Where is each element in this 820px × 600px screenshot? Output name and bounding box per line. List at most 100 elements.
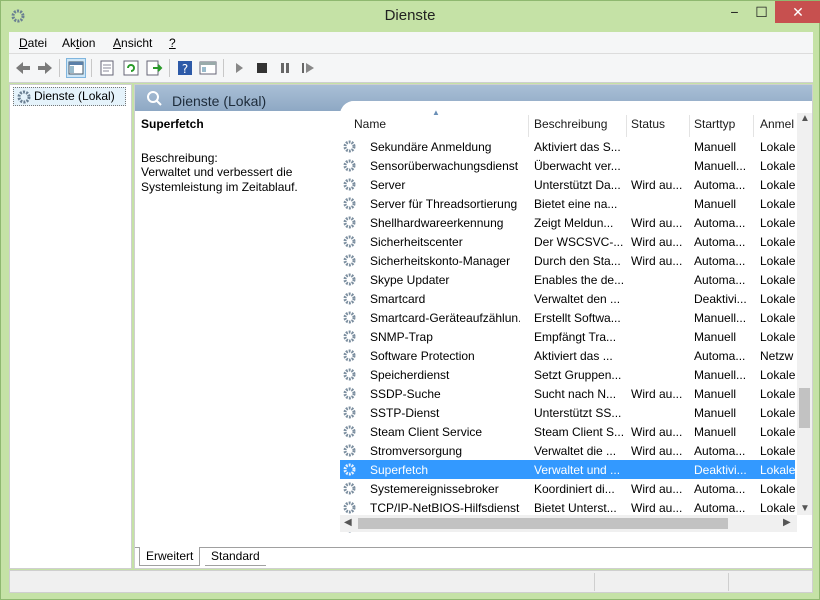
cell-anmelden-als: Lokale — [760, 406, 796, 420]
refresh-icon[interactable] — [121, 58, 141, 78]
service-gear-icon — [342, 386, 357, 401]
cell-starttyp: Manuell... — [694, 159, 747, 173]
scroll-left-icon[interactable]: ◀ — [344, 517, 352, 528]
service-gear-icon — [342, 139, 357, 154]
tree-item-dienste-lokal[interactable]: Dienste (Lokal) — [13, 87, 126, 106]
selected-service-name: Superfetch — [141, 117, 204, 131]
table-row[interactable]: Speicherdienst Setzt Gruppen... Manuell...… — [340, 365, 795, 384]
description-label: Beschreibung: — [141, 151, 218, 165]
cell-anmelden-als: Lokale — [760, 292, 796, 306]
maximize-button[interactable]: ☐ — [748, 1, 775, 23]
cell-anmelden-als: Lokale — [760, 501, 796, 515]
tab-erweitert[interactable]: Erweitert — [139, 547, 201, 566]
forward-arrow-icon[interactable] — [35, 58, 55, 78]
pause-service-icon[interactable] — [275, 58, 295, 78]
table-row[interactable]: Systemereignissebroker Koordiniert di... W… — [340, 479, 795, 498]
table-row[interactable]: Sicherheitscenter Der WSCSVC-... Wird au..… — [340, 232, 795, 251]
table-row[interactable]: Skype Updater Enables the de... Automa... L… — [340, 270, 795, 289]
table-row[interactable]: Superfetch Verwaltet und ... Deaktivi... Lo… — [340, 460, 795, 479]
horizontal-scroll-thumb[interactable] — [358, 518, 728, 529]
service-gear-icon — [342, 424, 357, 439]
view-tabs: Erweitert Standard — [135, 547, 812, 568]
menu-aktion[interactable]: Aktion — [62, 36, 95, 50]
column-header-anmelden-als[interactable]: Anmel — [760, 117, 794, 131]
service-gear-icon — [342, 215, 357, 230]
tab-standard[interactable]: Standard — [205, 547, 266, 566]
cell-anmelden-als: Lokale — [760, 197, 796, 211]
cell-name: TCP/IP-NetBIOS-Hilfsdienst — [370, 501, 520, 515]
vertical-scrollbar[interactable]: ▲ ▼ — [797, 113, 812, 515]
service-gear-icon — [342, 462, 357, 477]
table-row[interactable]: Shellhardwareerkennung Zeigt Meldun... Wir… — [340, 213, 795, 232]
cell-anmelden-als: Lokale — [760, 140, 796, 154]
svg-text:?: ? — [182, 62, 188, 76]
table-row[interactable]: SSTP-Dienst Unterstützt SS... Manuell Lokal… — [340, 403, 795, 422]
stop-service-icon[interactable] — [252, 58, 272, 78]
cell-name: Systemereignissebroker — [370, 482, 499, 496]
window-title: Dienste — [384, 7, 436, 24]
view-icon[interactable] — [198, 58, 218, 78]
column-header-name[interactable]: Name — [354, 117, 386, 131]
close-button[interactable]: ✕ — [775, 1, 820, 23]
column-header-status[interactable]: Status — [631, 117, 665, 131]
cell-anmelden-als: Lokale — [760, 216, 796, 230]
cell-anmelden-als: Netzw — [760, 349, 794, 363]
table-row[interactable]: Software Protection Aktiviert das ... Auto… — [340, 346, 795, 365]
menu-ansicht[interactable]: Ansicht — [113, 36, 152, 50]
cell-anmelden-als: Lokale — [760, 159, 796, 173]
service-gear-icon — [342, 291, 357, 306]
cell-anmelden-als: Lokale — [760, 254, 796, 268]
export-list-icon[interactable] — [144, 58, 164, 78]
table-row[interactable]: SNMP-Trap Empfängt Tra... Manuell Lokale — [340, 327, 795, 346]
minimize-button[interactable]: − — [721, 1, 748, 23]
cell-starttyp: Deaktivi... — [694, 463, 747, 477]
services-gear-icon — [16, 89, 32, 105]
cell-beschreibung: Durch den Sta... — [534, 254, 621, 268]
cell-starttyp: Manuell — [694, 406, 737, 420]
scroll-down-icon[interactable]: ▼ — [800, 503, 810, 514]
cell-anmelden-als: Lokale — [760, 311, 796, 325]
properties-icon[interactable] — [97, 58, 117, 78]
table-row[interactable]: Server Unterstützt Da... Wird au... Automa.… — [340, 175, 795, 194]
table-row[interactable]: Smartcard Verwaltet den ... Deaktivi... Lok… — [340, 289, 795, 308]
column-header-starttyp[interactable]: Starttyp — [694, 117, 735, 131]
help-icon[interactable]: ? — [175, 58, 195, 78]
cell-beschreibung: Enables the de... — [534, 273, 625, 287]
cell-beschreibung: Verwaltet die ... — [534, 444, 617, 458]
service-gear-icon — [342, 253, 357, 268]
scroll-right-icon[interactable]: ▶ — [783, 517, 791, 528]
scroll-up-icon[interactable]: ▲ — [800, 113, 810, 124]
content-pane: Dienste (Lokal) Superfetch Beschreibung:… — [134, 84, 813, 569]
column-header-beschreibung[interactable]: Beschreibung — [534, 117, 607, 131]
table-row[interactable]: Server für Threadsortierung Bietet eine n… — [340, 194, 795, 213]
cell-name: Server für Threadsortierung — [370, 197, 518, 211]
title-bar: Dienste − ☐ ✕ — [1, 1, 820, 31]
table-row[interactable]: SSDP-Suche Sucht nach N... Wird au... Manue… — [340, 384, 795, 403]
cell-anmelden-als: Lokale — [760, 235, 796, 249]
back-arrow-icon[interactable] — [13, 58, 33, 78]
table-row[interactable]: Smartcard-Geräteaufzählun... Erstellt Sof… — [340, 308, 795, 327]
cell-anmelden-als: Lokale — [760, 463, 796, 477]
cell-anmelden-als: Lokale — [760, 368, 796, 382]
table-row[interactable]: Sicherheitskonto-Manager Durch den Sta...… — [340, 251, 795, 270]
horizontal-scrollbar[interactable]: ◀ ▶ — [340, 515, 797, 532]
table-row[interactable]: Stromversorgung Verwaltet die ... Wird au.… — [340, 441, 795, 460]
menu-datei[interactable]: Datei — [19, 36, 47, 50]
content-header-title: Dienste (Lokal) — [172, 93, 267, 109]
service-gear-icon — [342, 310, 357, 325]
vertical-scroll-thumb[interactable] — [799, 388, 810, 428]
table-row[interactable]: Steam Client Service Steam Client S... Wir… — [340, 422, 795, 441]
cell-name: Stromversorgung — [370, 444, 463, 458]
cell-beschreibung: Setzt Gruppen... — [534, 368, 622, 382]
cell-name: SSDP-Suche — [370, 387, 441, 401]
table-row[interactable]: Sekundäre Anmeldung Aktiviert das S... Man… — [340, 137, 795, 156]
cell-beschreibung: Unterstützt Da... — [534, 178, 621, 192]
description-text: Verwaltet und verbessert die Systemleist… — [141, 165, 298, 194]
table-row[interactable]: Sensorüberwachungsdienst Überwacht ver...… — [340, 156, 795, 175]
start-service-icon[interactable] — [229, 58, 249, 78]
service-gear-icon — [342, 329, 357, 344]
cell-name: Sicherheitskonto-Manager — [370, 254, 511, 268]
menu-help[interactable]: ? — [169, 36, 176, 50]
restart-service-icon[interactable] — [298, 58, 318, 78]
show-tree-icon[interactable] — [66, 58, 86, 78]
